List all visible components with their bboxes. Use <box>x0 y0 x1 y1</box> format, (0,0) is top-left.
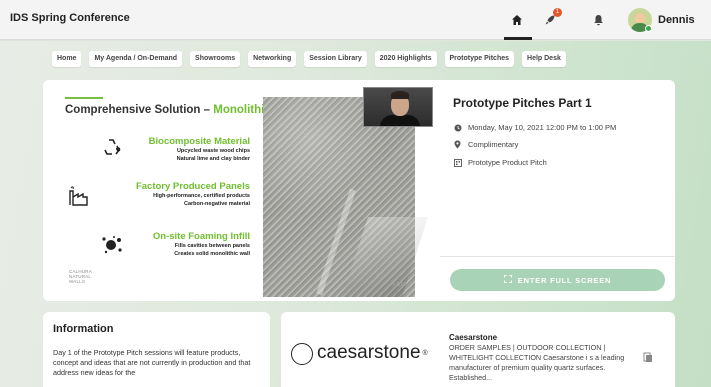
session-details-panel: Prototype Pitches Part 1 Monday, May 10,… <box>440 80 675 301</box>
presenter-video[interactable] <box>363 87 433 127</box>
session-datetime: Monday, May 10, 2021 12:00 PM to 1:00 PM <box>468 123 617 132</box>
caesarstone-mark-icon <box>291 343 313 365</box>
information-title: Information <box>53 323 114 335</box>
session-price: Complimentary <box>468 140 519 149</box>
nav-item-prototype-pitches[interactable]: Prototype Pitches <box>444 51 515 67</box>
session-datetime-row: Monday, May 10, 2021 12:00 PM to 1:00 PM <box>453 123 616 132</box>
feature-foaming-infill: On-site Foaming Infill Fills cavities be… <box>152 231 250 257</box>
panel-divider <box>440 256 675 257</box>
sponsor-card[interactable]: caesarstone ® Caesarstone ORDER SAMPLES |… <box>281 312 675 387</box>
session-price-row: Complimentary <box>453 140 518 149</box>
foam-icon <box>101 235 123 258</box>
sponsor-logo[interactable]: caesarstone ® <box>291 342 428 365</box>
category-icon <box>453 158 462 167</box>
sponsor-description: ORDER SAMPLES | OUTDOOR COLLECTION | WHI… <box>449 343 625 382</box>
session-category-row: Prototype Product Pitch <box>453 158 547 167</box>
enter-full-screen-label: ENTER FULL SCREEN <box>517 275 612 285</box>
slide-brand-logo: CALHURA NATURAL WALLS <box>69 269 92 284</box>
session-title: Prototype Pitches Part 1 <box>453 96 592 110</box>
active-tab-indicator <box>504 37 532 40</box>
document-icon[interactable] <box>643 352 653 366</box>
fullscreen-icon <box>503 275 512 285</box>
nav-item-showrooms[interactable]: Showrooms <box>190 51 241 67</box>
nav-item-my-agenda[interactable]: My Agenda / On-Demand <box>89 51 183 67</box>
information-card: Information Day 1 of the Prototype Pitch… <box>43 312 270 387</box>
top-bar: IDS Spring Conference 1 Dennis <box>0 0 711 40</box>
session-card: Comprehensive Solution – Monolithic Bioc… <box>43 80 675 301</box>
factory-icon <box>67 185 89 210</box>
information-body: Day 1 of the Prototype Pitch sessions wi… <box>53 348 251 377</box>
sponsor-name[interactable]: Caesarstone <box>449 333 497 342</box>
slide-page-indicator: • 1/10 <box>393 282 406 288</box>
location-pin-icon <box>453 140 462 149</box>
nav-item-2020-highlights[interactable]: 2020 Highlights <box>374 51 437 67</box>
bell-icon[interactable] <box>589 11 607 29</box>
online-status-dot <box>645 25 652 32</box>
nav-item-networking[interactable]: Networking <box>248 51 297 67</box>
session-category: Prototype Product Pitch <box>468 158 547 167</box>
enter-full-screen-button[interactable]: ENTER FULL SCREEN <box>450 269 665 291</box>
notification-badge: 1 <box>553 8 562 17</box>
clock-icon <box>453 123 462 132</box>
main-nav: Home My Agenda / On-Demand Showrooms Net… <box>52 51 566 67</box>
nav-item-home[interactable]: Home <box>52 51 82 67</box>
nav-item-help-desk[interactable]: Help Desk <box>522 51 566 67</box>
app-title: IDS Spring Conference <box>10 12 130 24</box>
feature-factory-panels: Factory Produced Panels High-performance… <box>135 181 250 207</box>
recycle-icon <box>103 138 123 159</box>
material-photo <box>263 97 428 297</box>
user-name[interactable]: Dennis <box>658 14 695 26</box>
feature-biocomposite: Biocomposite Material Upcycled waste woo… <box>148 136 250 162</box>
slide-accent-line <box>65 97 103 99</box>
home-icon[interactable] <box>508 11 526 29</box>
nav-item-session-library[interactable]: Session Library <box>304 51 367 67</box>
